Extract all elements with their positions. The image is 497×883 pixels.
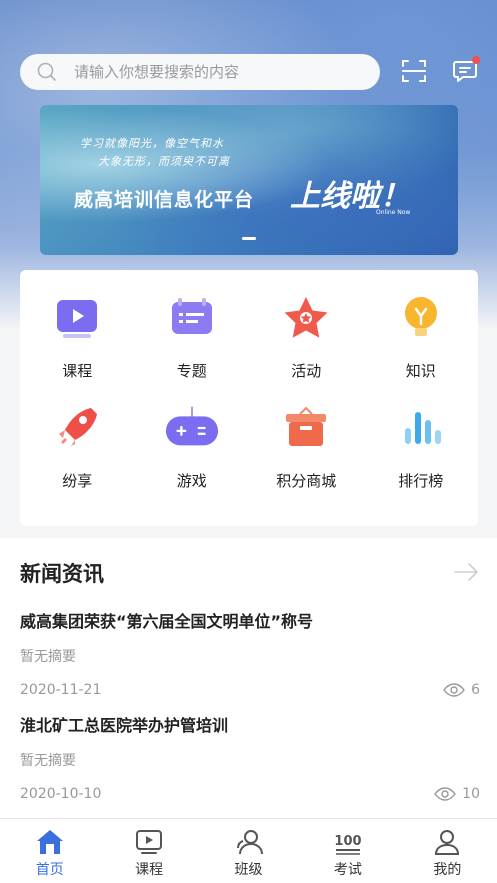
class-icon (234, 827, 264, 857)
grid-item-ranking[interactable]: 排行榜 (364, 400, 479, 510)
grid-label: 游戏 (176, 472, 207, 490)
tab-label: 考试 (333, 862, 362, 878)
course-tab-icon (134, 827, 164, 857)
game-icon (164, 400, 220, 456)
user-icon (432, 827, 462, 857)
banner-title: 威高培训信息化平台 (74, 189, 255, 211)
grid-item-topic[interactable]: 专题 (135, 290, 250, 400)
tab-home[interactable]: 首页 (0, 819, 99, 883)
news-title: 威高集团荣获“第六届全国文明单位”称号 (20, 612, 314, 631)
search-icon (36, 61, 58, 83)
home-icon (35, 827, 65, 857)
news-date: 2020-11-21 (20, 682, 102, 698)
message-icon[interactable] (448, 54, 482, 88)
grid-item-knowledge[interactable]: 知识 (364, 290, 479, 400)
grid-label: 专题 (176, 362, 207, 380)
svg-text:100: 100 (334, 834, 361, 849)
tab-exam[interactable]: 100 考试 (298, 819, 397, 883)
grid-item-share[interactable]: 纷享 (20, 400, 135, 510)
arrow-right-icon[interactable] (453, 560, 481, 588)
search-input[interactable] (74, 63, 354, 81)
tab-course[interactable]: 课程 (99, 819, 198, 883)
news-date: 2020-10-10 (20, 786, 102, 802)
ranking-icon (393, 400, 449, 456)
banner-line1: 学习就像阳光，像空气和水 (80, 137, 224, 150)
topic-icon (164, 290, 220, 346)
view-count: 6 (443, 682, 480, 698)
view-count-value: 10 (462, 786, 480, 802)
grid-item-course[interactable]: 课程 (20, 290, 135, 400)
grid-label: 积分商城 (276, 472, 337, 490)
points-mall-icon (278, 400, 334, 456)
news-heading: 新闻资讯 (20, 562, 104, 586)
tab-label: 班级 (234, 862, 263, 878)
knowledge-icon (393, 290, 449, 346)
grid-label: 活动 (291, 362, 322, 380)
activity-icon (278, 290, 334, 346)
tab-mine[interactable]: 我的 (398, 819, 497, 883)
eye-icon (434, 787, 457, 801)
banner-online: Online Now (376, 209, 411, 216)
news-section: 新闻资讯 威高集团荣获“第六届全国文明单位”称号 暂无摘要 2020-11-21… (0, 538, 497, 818)
news-summary: 暂无摘要 (20, 753, 76, 769)
tab-label: 首页 (35, 862, 64, 878)
exam-100-icon: 100 (333, 827, 363, 857)
grid-label: 课程 (62, 362, 93, 380)
grid-label: 知识 (405, 362, 436, 380)
tab-class[interactable]: 班级 (199, 819, 298, 883)
news-item[interactable]: 威高集团荣获“第六届全国文明单位”称号 暂无摘要 2020-11-21 6 (20, 608, 480, 698)
view-count-value: 6 (471, 682, 480, 698)
grid-label: 排行榜 (398, 472, 444, 490)
banner-carousel[interactable]: 学习就像阳光，像空气和水 大象无形，而须臾不可离 威高培训信息化平台 上线啦！ … (40, 105, 458, 255)
news-title: 淮北矿工总医院举办护管培训 (20, 716, 229, 735)
grid-item-points-mall[interactable]: 积分商城 (249, 400, 364, 510)
eye-icon (443, 683, 465, 697)
banner-line2: 大象无形，而须臾不可离 (98, 155, 230, 168)
carousel-indicator (242, 237, 256, 240)
tab-label: 课程 (135, 862, 164, 878)
message-badge (472, 56, 480, 64)
grid-item-activity[interactable]: 活动 (249, 290, 364, 400)
tab-label: 我的 (433, 862, 462, 878)
grid-label: 纷享 (62, 472, 93, 490)
search-bar[interactable] (20, 54, 380, 90)
scan-icon[interactable] (397, 54, 431, 88)
feature-grid: 课程 专题 活动 知识 纷享 游戏 积分商城 排行榜 (20, 270, 478, 526)
news-summary: 暂无摘要 (20, 649, 76, 665)
share-icon (49, 400, 105, 456)
course-icon (49, 290, 105, 346)
news-item[interactable]: 淮北矿工总医院举办护管培训 暂无摘要 2020-10-10 10 (20, 712, 480, 802)
bottom-tab-bar: 首页 课程 班级 100 考试 我的 (0, 818, 497, 883)
view-count: 10 (434, 786, 480, 802)
grid-item-game[interactable]: 游戏 (135, 400, 250, 510)
